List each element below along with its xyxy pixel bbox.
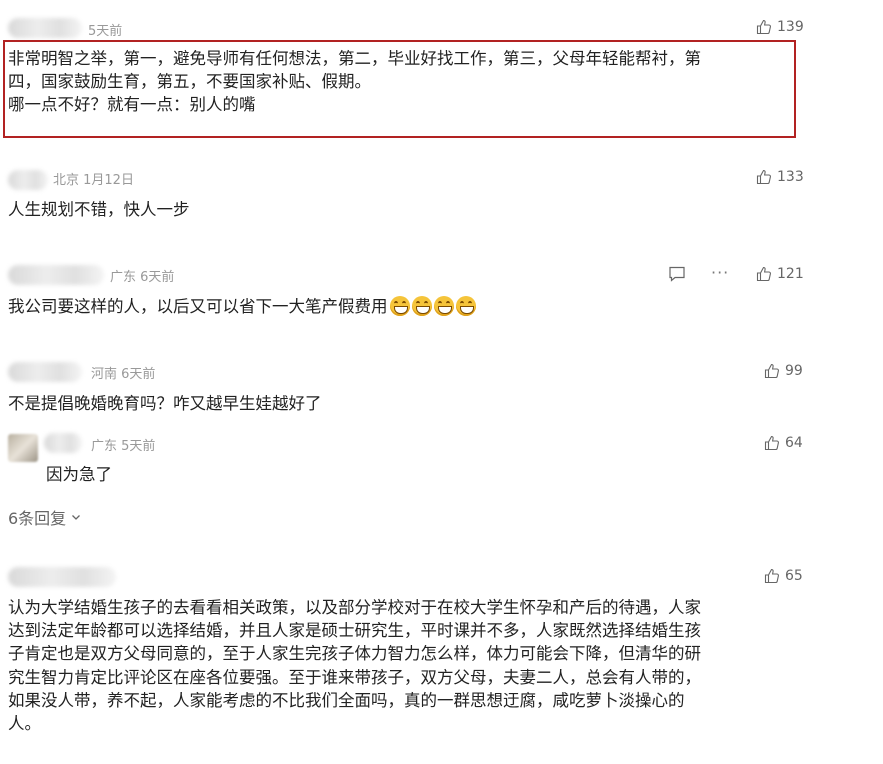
comment-text: 不是提倡晚婚晚育吗？咋又越早生娃越好了 [8,394,322,413]
username-blurred[interactable] [8,265,104,285]
comment-line: 达到法定年龄都可以选择结婚，并且人家是硕士研究生，平时课并不多，人家既然选择结婚… [8,621,701,641]
comment-line: 究生智力肯定比评论区在座各位要强。至于谁来带孩子，双方父母，夫妻二人，总会有人带… [8,667,701,687]
avatar[interactable] [8,434,38,462]
grinning-face-icon [411,296,432,316]
comment-item: 5天前 139 非常明智之举，第一，避免导师有任何想法，第二，毕业好找工作，第三… [0,0,883,150]
username-blurred[interactable] [8,362,82,382]
like-count: 121 [777,266,804,282]
comment-location-time: 河南 6天前 [91,367,156,382]
like-count: 99 [785,363,803,379]
comment-line: 四，国家鼓励生育，第五，不要国家补贴、假期。 [8,72,371,91]
username-blurred[interactable] [8,18,82,38]
like-button[interactable]: 65 [764,568,803,584]
like-button[interactable]: 99 [764,363,803,379]
thumbs-up-icon [756,19,771,35]
replies-toggle[interactable]: 6条回复 [8,505,82,529]
username-blurred[interactable] [8,170,48,190]
like-count: 139 [777,19,804,35]
comment-text: 我公司要这样的人，以后又可以省下一大笔产假费用 [8,295,803,318]
username-blurred[interactable] [8,567,116,587]
comment-text: 人生规划不错，快人一步 [8,200,190,219]
like-count: 64 [785,435,803,451]
comment-icon [669,266,685,282]
comment-item: 65 认为大学结婚生孩子的去看看相关政策，以及部分学校对于在校大学生怀孕和产后的… [0,555,883,764]
comment-line: 非常明智之举，第一，避免导师有任何想法，第二，毕业好找工作，第三，父母年轻能帮衬… [8,49,701,68]
thumbs-up-icon [756,169,771,185]
comment-location-time: 广东 5天前 [91,439,156,454]
comment-line: 子肯定也是双方父母同意的，至于人家生完孩子体力智力怎么样，体力可能会下降，但清华… [8,644,701,664]
reply-text: 因为急了 [46,465,112,484]
thumbs-up-icon [764,435,779,451]
comment-text: 认为大学结婚生孩子的去看看相关政策，以及部分学校对于在校大学生怀孕和产后的待遇，… [8,596,808,735]
like-count: 133 [777,169,804,185]
like-button[interactable]: 64 [764,435,803,451]
comment-time: 5天前 [88,24,123,39]
like-button[interactable]: 121 [756,266,804,282]
comment-text-content: 我公司要这样的人，以后又可以省下一大笔产假费用 [8,297,388,316]
chevron-down-icon [72,515,81,520]
reply-button[interactable] [668,265,686,287]
more-dots-icon: ··· [711,263,730,282]
more-button[interactable]: ··· [711,263,729,282]
comment-item: 河南 6天前 99 不是提倡晚婚晚育吗？咋又越早生娃越好了 [0,340,883,420]
thumbs-up-icon [764,363,779,379]
comment-line: 认为大学结婚生孩子的去看看相关政策，以及部分学校对于在校大学生怀孕和产后的待遇，… [8,598,701,617]
comment-text: 非常明智之举，第一，避免导师有任何想法，第二，毕业好找工作，第三，父母年轻能帮衬… [8,47,808,116]
like-count: 65 [785,568,803,584]
grinning-face-icon [455,296,476,316]
comment-line: 如果没人带，养不起，人家能考虑的不比我们全面吗，真的一群思想迂腐，咸吃萝卜淡操心… [8,690,685,710]
comment-location-time: 广东 6天前 [110,270,175,285]
comment-item: 北京 1月12日 133 人生规划不错，快人一步 [0,150,883,245]
comment-location-time: 北京 1月12日 [53,173,134,188]
like-button[interactable]: 133 [756,169,804,185]
grinning-face-icon [433,296,454,316]
thumbs-up-icon [764,568,779,584]
comment-line: 人。 [8,714,41,734]
username-blurred[interactable] [44,433,82,453]
grinning-face-icon [389,296,410,316]
comment-line: 哪一点不好？就有一点：别人的嘴 [8,95,256,114]
thumbs-up-icon [756,266,771,282]
comment-item: 广东 6天前 ··· 121 我公司要这样的人，以后又可以省下一大笔产假费用 [0,245,883,340]
replies-label: 6条回复 [8,509,67,528]
like-button[interactable]: 139 [756,19,804,35]
